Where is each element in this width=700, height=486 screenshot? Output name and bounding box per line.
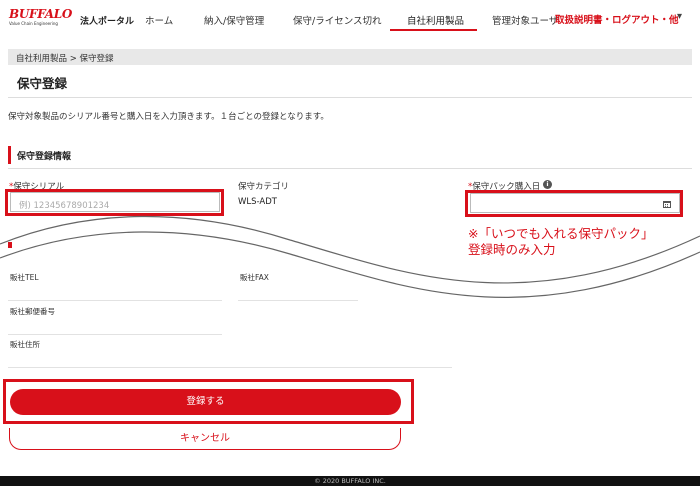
nav-managed-users[interactable]: 管理対象ユーザ [492,13,558,27]
nav-expired-license[interactable]: 保守/ライセンス切れ [293,13,382,27]
logo-text: BUFFALO [9,7,73,21]
row-divider [8,334,222,335]
row-divider [8,367,452,368]
portal-label: 法人ポータル [80,17,135,27]
footer-copyright: © 2020 BUFFALO INC. [0,476,700,486]
breadcrumb: 自社利用製品 > 保守登録 [8,49,692,65]
nav-delivery-maintenance[interactable]: 納入/保守管理 [204,13,264,27]
active-nav-underline [390,29,477,31]
page-description: 保守対象製品のシリアル番号と購入日を入力頂きます。１台ごとの登録となります。 [8,112,329,122]
section-header: 保守登録情報 [8,146,692,164]
page-title: 保守登録 [17,76,68,91]
row-divider [8,300,222,301]
title-divider [8,97,692,98]
dealer-fax-label: 販社FAX [240,273,269,282]
logo-tagline: Value Chain Engineering [9,21,58,26]
manual-logout-menu[interactable]: 取扱説明書・ログアウト・他 [555,12,679,26]
cut-wave-decoration [0,215,700,298]
info-icon[interactable]: i [543,180,552,189]
dealer-tel-label: 販社TEL [10,273,39,282]
section-accent-bar [8,146,11,164]
section-title: 保守登録情報 [17,152,72,162]
nav-own-products[interactable]: 自社利用製品 [407,13,464,27]
cancel-button[interactable]: キャンセル [9,428,401,450]
section-divider [8,168,692,169]
dealer-postal-label: 販社郵便番号 [10,307,55,316]
chevron-down-icon[interactable]: ▾ [677,11,682,22]
nav-home[interactable]: ホーム [145,13,173,27]
highlight-frame-register [3,379,414,424]
buffalo-logo[interactable]: BUFFALO Value Chain Engineering [9,7,73,30]
category-label: 保守カテゴリ [238,182,290,192]
dealer-address-label: 販社住所 [10,340,40,349]
row-divider [238,300,358,301]
top-header: BUFFALO Value Chain Engineering 法人ポータル ホ… [0,0,700,38]
